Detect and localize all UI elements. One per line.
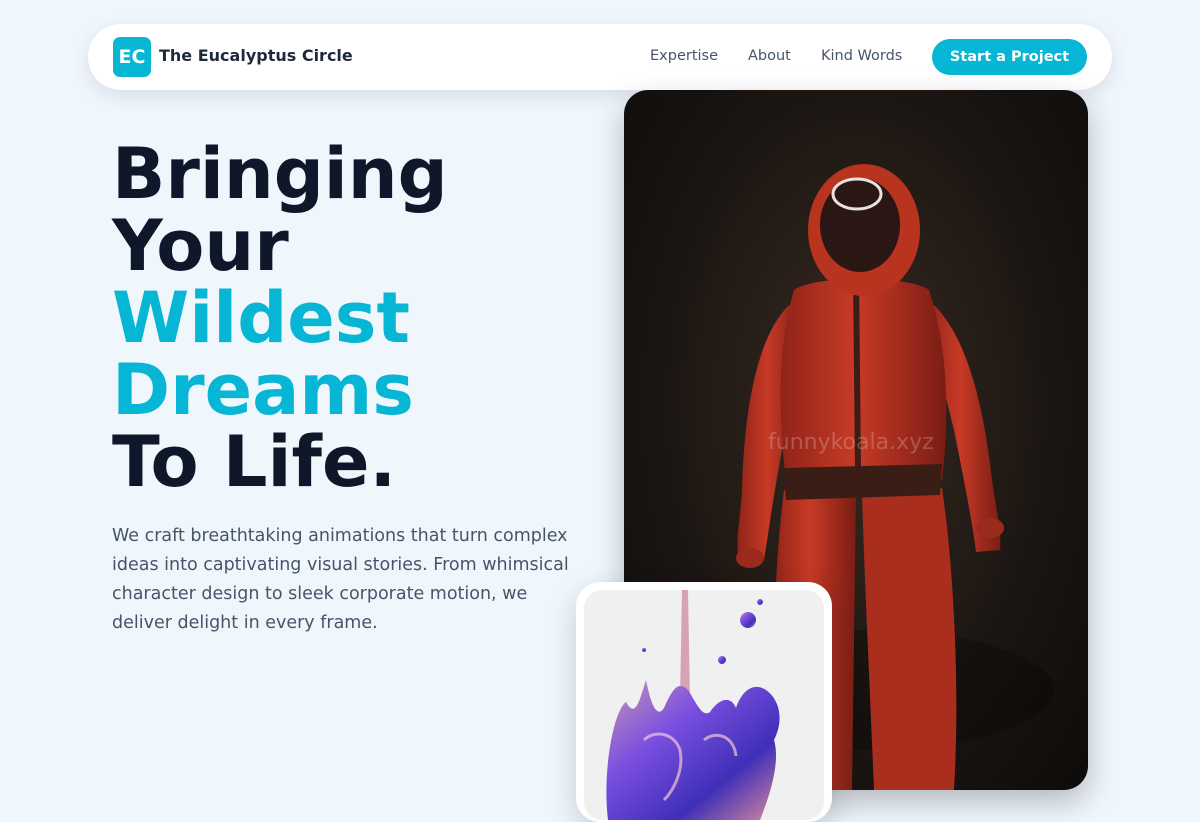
logo-icon[interactable]: EC (113, 37, 151, 77)
hero-title-accent-line: Wildest (112, 277, 410, 359)
liquid-splash-image (584, 590, 824, 820)
brand-name[interactable]: The Eucalyptus Circle (159, 46, 353, 65)
hero-title-accent-line: Dreams (112, 349, 414, 431)
start-project-button[interactable]: Start a Project (932, 39, 1087, 75)
nav-link-kind-words[interactable]: Kind Words (821, 48, 902, 64)
nav-link-about[interactable]: About (748, 48, 791, 64)
hero-title-line: Bringing (112, 133, 448, 215)
liquid-splash-illustration (606, 590, 780, 820)
secondary-image-card (576, 582, 832, 822)
hero-description: We craft breathtaking animations that tu… (112, 526, 569, 633)
top-navigation: EC The Eucalyptus Circle Expertise About… (88, 24, 1112, 90)
image-watermark: funnykoala.xyz (768, 430, 934, 455)
hero-title-line: Your (112, 205, 289, 287)
nav-link-expertise[interactable]: Expertise (650, 48, 718, 64)
hero-title-line: To Life. (112, 421, 397, 503)
hero-title: Bringing Your Wildest Dreams To Life. (112, 138, 448, 498)
